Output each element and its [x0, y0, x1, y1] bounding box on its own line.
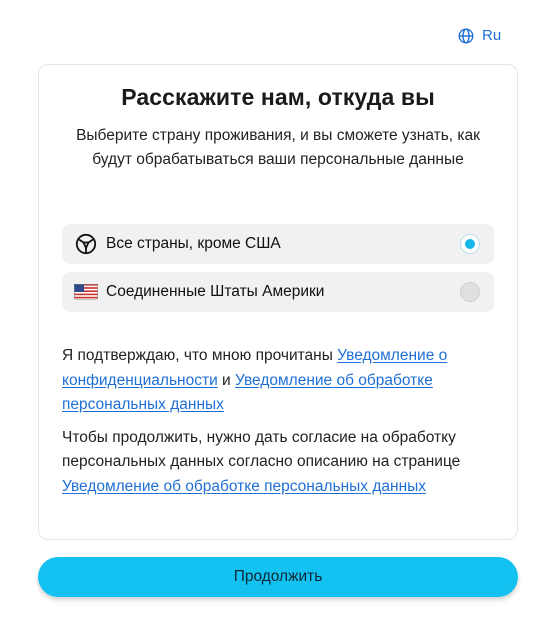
- consent-text: Я подтверждаю, что мною прочитаны Уведом…: [62, 344, 502, 499]
- language-switch[interactable]: Ru: [458, 27, 501, 44]
- consent-text-prefix: Я подтверждаю, что мною прочитаны: [62, 347, 338, 364]
- globe-grid-icon: [74, 233, 98, 255]
- us-flag-icon: [74, 281, 98, 303]
- page-subtitle: Выберите страну проживания, и вы сможете…: [76, 127, 480, 168]
- country-options: Все страны, кроме США Соединенные Штаты …: [62, 224, 494, 320]
- option-all-except-usa[interactable]: Все страны, кроме США: [62, 224, 494, 264]
- globe-icon: [458, 27, 474, 44]
- option-label: Все страны, кроме США: [106, 235, 281, 252]
- country-card: Расскажите нам, откуда вы Выберите стран…: [38, 64, 518, 540]
- personal-data-notice-link-2[interactable]: Уведомление об обработке персональных да…: [62, 478, 426, 495]
- radio-button-selected[interactable]: [460, 234, 480, 254]
- option-usa[interactable]: Соединенные Штаты Америки: [62, 272, 494, 312]
- consent-text-prefix: Чтобы продолжить, нужно дать согласие на…: [62, 428, 461, 471]
- consent-paragraph-agree: Чтобы продолжить, нужно дать согласие на…: [62, 426, 502, 500]
- consent-paragraph-read: Я подтверждаю, что мною прочитаны Уведом…: [62, 344, 502, 418]
- radio-button-unselected[interactable]: [460, 282, 480, 302]
- consent-text-and: и: [217, 371, 236, 389]
- continue-button[interactable]: Продолжить: [38, 557, 518, 597]
- language-label: Ru: [482, 27, 502, 44]
- option-label: Соединенные Штаты Америки: [106, 283, 325, 300]
- page-title: Расскажите нам, откуда вы: [121, 84, 435, 110]
